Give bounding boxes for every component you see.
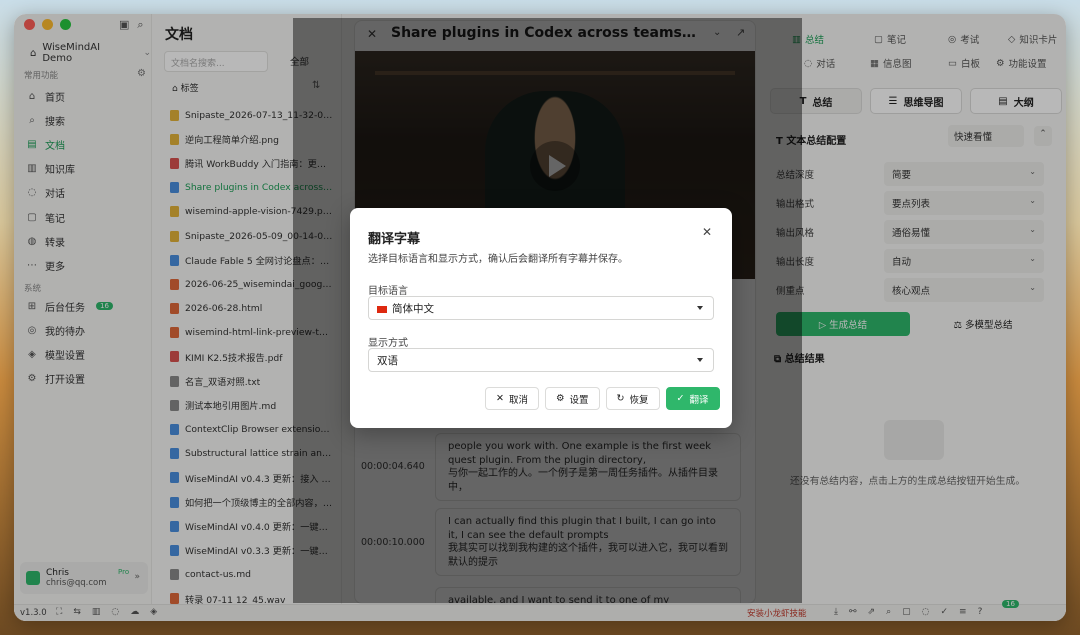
close-icon: ✕ (496, 393, 504, 404)
restore-button[interactable]: ↻ 恢复 (605, 387, 660, 410)
settings-button[interactable]: ⚙ 设置 (544, 387, 600, 410)
translate-button[interactable]: ✓ 翻译 (665, 387, 720, 410)
display-mode-label: 显示方式 (368, 338, 408, 349)
target-language-value: 简体中文 (392, 303, 434, 315)
display-mode-value: 双语 (377, 355, 398, 367)
settings-label: 设置 (569, 394, 589, 406)
target-language-label: 目标语言 (368, 286, 408, 297)
refresh-icon: ↻ (616, 393, 625, 404)
translate-label: 翻译 (689, 394, 709, 406)
target-language-select[interactable]: 简体中文 (368, 296, 714, 320)
dialog-description: 选择目标语言和显示方式，确认后会翻译所有字幕并保存。 (368, 254, 628, 265)
dialog-actions: ✕ 取消 ⚙ 设置 ↻ 恢复 ✓ 翻译 (485, 387, 720, 410)
display-mode-select[interactable]: 双语 (368, 348, 714, 372)
translate-subtitles-dialog: 翻译字幕 ✕ 选择目标语言和显示方式，确认后会翻译所有字幕并保存。 目标语言 简… (350, 208, 732, 428)
cancel-label: 取消 (508, 394, 528, 406)
china-flag-icon (377, 305, 387, 313)
cancel-button[interactable]: ✕ 取消 (485, 387, 539, 410)
caret-down-icon (697, 358, 703, 362)
check-icon: ✓ (676, 393, 685, 404)
restore-label: 恢复 (629, 394, 649, 406)
gear-icon: ⚙ (555, 393, 565, 404)
dialog-title: 翻译字幕 (368, 232, 421, 247)
close-icon[interactable]: ✕ (702, 225, 712, 239)
caret-down-icon (697, 306, 703, 310)
